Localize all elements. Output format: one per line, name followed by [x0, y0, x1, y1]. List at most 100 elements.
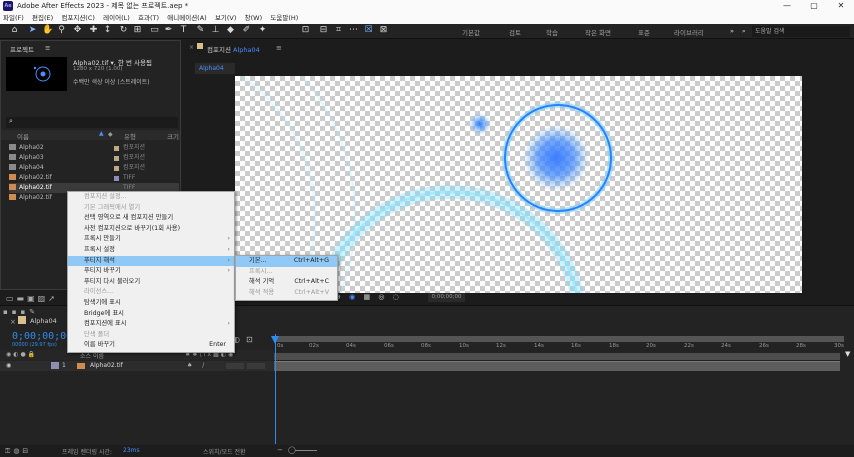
menu-item-reveal-in-bridge[interactable]: Bridge에 표시 [68, 309, 234, 320]
menu-item-rename[interactable]: 이름 바꾸기 Enter [68, 340, 234, 351]
label-swatch[interactable] [114, 146, 119, 151]
workspace-review[interactable]: 검토 [509, 27, 521, 37]
layer-duration-bar[interactable] [274, 361, 840, 371]
type-tool-icon[interactable]: T [178, 25, 189, 36]
menu-help[interactable]: 도움말(H) [267, 12, 301, 24]
col-type[interactable]: 유형 [124, 131, 136, 141]
workspace-libraries[interactable]: 라이브러리 [674, 27, 704, 37]
layer-icon[interactable]: ⊠ [378, 25, 389, 36]
comp-subtab[interactable]: Alpha04 [195, 63, 235, 74]
viewer-timecode[interactable]: 0;00;00;00 [428, 293, 465, 302]
stamp-tool-icon[interactable]: ⊥ [210, 25, 221, 36]
timeline-tabs-icons[interactable]: ▪▪▪✎ [3, 308, 39, 316]
graph-editor-icon[interactable]: ⊡ [246, 335, 259, 344]
workspace-default[interactable]: 기본값 [462, 27, 480, 37]
visibility-icon[interactable]: ◉ [6, 362, 11, 369]
workspace-small-screen[interactable]: 작은 화면 [585, 27, 611, 37]
menu-window[interactable]: 창(W) [242, 12, 265, 24]
sort-icon[interactable]: ▲ [99, 130, 104, 137]
zoom-out-icon[interactable]: − [277, 446, 283, 454]
viewer-tab-label[interactable]: 컴포지션 Alpha04 [207, 44, 260, 54]
guide-icon[interactable]: ⋯ [348, 25, 359, 36]
submenu-item-remember[interactable]: 해석 기억 Ctrl+Alt+C [236, 277, 337, 288]
menu-item-open-essential-graphics[interactable]: 기본 그래픽에서 열기 [68, 203, 234, 214]
timeline-timecode[interactable]: 0;00;00;00 [12, 331, 72, 342]
menu-item-reload-footage[interactable]: 푸티지 다시 불러오기 [68, 277, 234, 288]
work-area-range[interactable] [274, 353, 840, 360]
anchor-tool-icon[interactable]: ⊞ [132, 25, 143, 36]
workspace-learn[interactable]: 학습 [546, 27, 558, 37]
menu-animation[interactable]: 애니메이션(A) [164, 12, 209, 24]
project-tab[interactable]: 프로젝트 [10, 44, 34, 54]
time-ruler[interactable]: 0s 02s 04s 06s 08s 10s 12s 14s 16s 18s 2… [274, 343, 844, 353]
project-search-input[interactable]: ⌕ [6, 117, 178, 128]
menu-item-license[interactable]: 라이선스... [68, 287, 234, 298]
label-swatch[interactable] [114, 166, 119, 171]
zoom-slider-track[interactable] [295, 450, 317, 451]
layer-parent[interactable] [247, 363, 265, 369]
menu-item-solids-folder[interactable]: 단색 폴더 [68, 330, 234, 341]
menu-composition[interactable]: 컴포지션(C) [58, 12, 98, 24]
timeline-toggles[interactable]: ◐⊡ [233, 335, 259, 344]
label-swatch[interactable] [114, 156, 119, 161]
maximize-button[interactable]: ▢ [801, 0, 827, 12]
project-footer-buttons[interactable]: ▭▬▣▨➚ [6, 294, 58, 303]
close-tab-icon[interactable]: × [189, 44, 194, 51]
home-icon[interactable]: ⌂ [9, 25, 20, 36]
layer-label-swatch[interactable] [51, 362, 59, 369]
brush-tool-icon[interactable]: ✎ [195, 25, 206, 36]
selection-tool-icon[interactable]: ➤ [27, 25, 38, 36]
rotate-tool-icon[interactable]: ↻ [118, 25, 129, 36]
dolly-tool-icon[interactable]: ↕ [102, 25, 113, 36]
roto-tool-icon[interactable]: ✐ [241, 25, 252, 36]
menu-view[interactable]: 보기(V) [212, 12, 239, 24]
show-snapshot-icon[interactable]: ◌ [393, 293, 402, 301]
submenu-item-apply[interactable]: 해석 적용 Ctrl+Alt+V [236, 288, 337, 299]
submenu-item-main[interactable]: 기본... Ctrl+Alt+G [236, 256, 337, 267]
help-search-input[interactable]: 도움말 검색 [752, 26, 850, 37]
menu-layer[interactable]: 레이어(L) [100, 12, 133, 24]
exposure-icon[interactable]: ◉ [349, 293, 358, 301]
project-item[interactable]: Alpha02 컴포지션 [9, 143, 179, 153]
snap-toggle-icon[interactable]: ☒ [363, 25, 374, 36]
minimize-button[interactable]: — [774, 0, 800, 12]
snapshot-icon[interactable]: ◎ [378, 293, 387, 301]
menu-item-reveal-in-explorer[interactable]: 탐색기에 표시 [68, 298, 234, 309]
snap-icon[interactable]: ⊡ [300, 25, 311, 36]
puppet-tool-icon[interactable]: ✦ [257, 25, 268, 36]
menu-item-replace-footage[interactable]: 푸티지 바꾸기 › [68, 266, 234, 277]
layer-mode[interactable] [226, 363, 244, 369]
timeline-tab[interactable]: Alpha04 [30, 317, 57, 325]
layer-name[interactable]: Alpha02.tif [90, 362, 123, 369]
align-icon[interactable]: ⊟ [318, 25, 329, 36]
panel-menu-icon[interactable]: ≡ [45, 44, 50, 52]
toggle-switches-modes[interactable]: 스위치/모드 전환 [203, 447, 246, 456]
grid-icon[interactable]: ⌗ [333, 25, 344, 36]
menu-item-comp-settings[interactable]: 컴포지션 설정... [68, 192, 234, 203]
resolution-icon[interactable]: ▦ [363, 293, 373, 301]
viewer-menu-icon[interactable]: ≡ [276, 44, 282, 52]
menu-file[interactable]: 파일(F) [0, 12, 27, 24]
search-icon[interactable]: ⌕ [742, 27, 746, 36]
submenu-item-proxy[interactable]: 프록시... [236, 267, 337, 278]
pen-tool-icon[interactable]: ✒ [163, 25, 174, 36]
playhead-handle[interactable] [271, 336, 279, 344]
col-size[interactable]: 크기 [167, 131, 179, 141]
menu-item-replace-with-precomp[interactable]: 사전 컴포지션으로 바꾸기(1회 사용) [68, 224, 234, 235]
work-area-bar[interactable] [274, 336, 844, 342]
menu-item-set-proxy[interactable]: 프록시 설정 › [68, 245, 234, 256]
layer-switches[interactable]: ♠ / [187, 362, 208, 369]
menu-effect[interactable]: 효과(T) [135, 12, 162, 24]
timeline-end-marker[interactable]: ▼ [845, 350, 850, 358]
project-item[interactable]: Alpha02.tif TIFF [9, 173, 179, 183]
close-button[interactable]: ✕ [828, 0, 854, 12]
layer-row[interactable]: ◉ 1 Alpha02.tif ♠ / [0, 361, 274, 371]
menu-item-reveal-in-composition[interactable]: 컴포지션에 표시 › [68, 319, 234, 330]
viewer-footer-controls[interactable]: ⊕ ◉ ▦ ◎ ◌ [335, 293, 402, 301]
col-name[interactable]: 이름 [17, 131, 29, 141]
menu-item-create-proxy[interactable]: 프록시 만들기 › [68, 234, 234, 245]
pan-tool-icon[interactable]: ✚ [88, 25, 99, 36]
status-icons[interactable]: ⚿◍⊟ [5, 447, 31, 456]
menu-edit[interactable]: 편집(E) [29, 12, 56, 24]
rectangle-tool-icon[interactable]: ▭ [149, 25, 160, 36]
